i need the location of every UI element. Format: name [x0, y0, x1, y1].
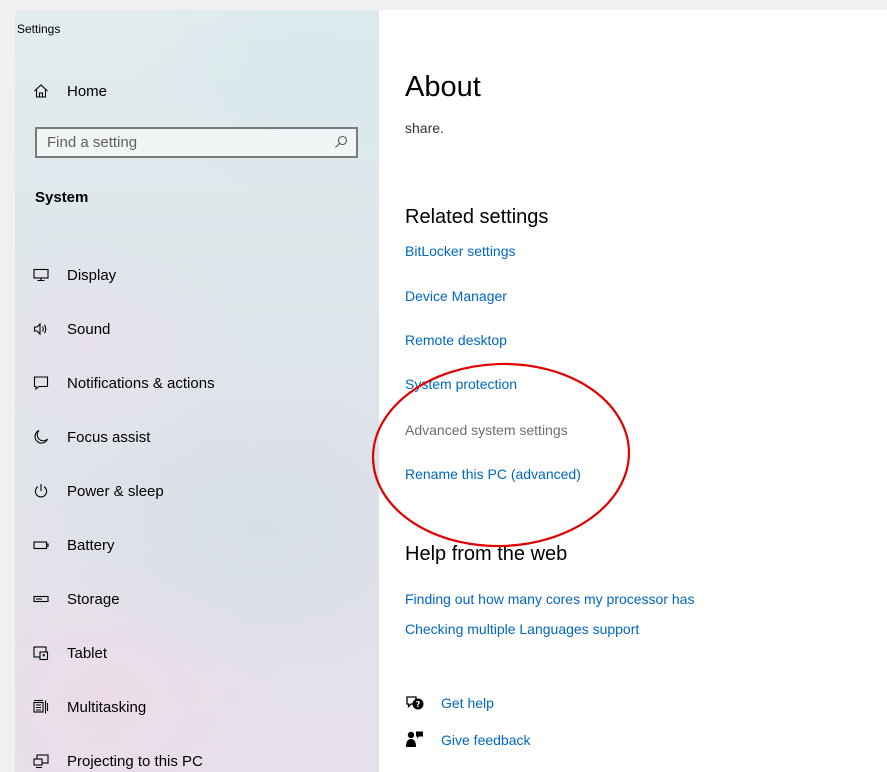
sidebar-item-storage[interactable]: Storage	[15, 572, 379, 626]
sidebar-item-power-sleep[interactable]: Power & sleep	[15, 464, 379, 518]
notifications-icon	[15, 372, 67, 394]
sidebar-item-battery[interactable]: Battery	[15, 518, 379, 572]
svg-text:?: ?	[416, 700, 421, 709]
sidebar-item-label: Notifications & actions	[67, 374, 215, 392]
sidebar-item-home[interactable]: Home	[15, 76, 379, 106]
moon-icon	[15, 426, 67, 448]
sidebar-item-label: Sound	[67, 320, 111, 338]
display-icon	[15, 264, 67, 286]
storage-icon	[15, 588, 67, 610]
sidebar-item-label: Display	[67, 266, 117, 284]
sidebar-item-display[interactable]: Display	[15, 248, 379, 302]
search-input[interactable]	[37, 133, 319, 152]
rename-pc-link[interactable]: Rename this PC (advanced)	[405, 466, 581, 482]
related-settings-heading: Related settings	[405, 206, 549, 228]
sidebar-item-label: Multitasking	[67, 698, 147, 716]
share-text: share.	[405, 120, 444, 136]
get-help-link[interactable]: ? Get help	[405, 694, 494, 712]
main-content: About share. Related settings BitLocker …	[405, 10, 887, 772]
remote-desktop-link[interactable]: Remote desktop	[405, 332, 507, 348]
sidebar-item-label: Tablet	[67, 644, 108, 662]
power-icon	[15, 480, 67, 502]
sidebar-item-notifications[interactable]: Notifications & actions	[15, 356, 379, 410]
search-icon[interactable]	[334, 135, 348, 154]
get-help-label: Get help	[441, 695, 494, 711]
search-box	[35, 127, 358, 158]
sidebar-item-label: Storage	[67, 590, 120, 608]
system-protection-link[interactable]: System protection	[405, 376, 517, 392]
sidebar-item-focus-assist[interactable]: Focus assist	[15, 410, 379, 464]
multitasking-icon	[15, 696, 67, 718]
sidebar-item-multitasking[interactable]: Multitasking	[15, 680, 379, 734]
sidebar: Settings Home Find a setting System Disp…	[15, 10, 379, 772]
sidebar-nav-list: Display Sound Notifications & actions Fo…	[15, 248, 379, 772]
help-from-web-heading: Help from the web	[405, 543, 568, 565]
sidebar-item-projecting[interactable]: Projecting to this PC	[15, 734, 379, 772]
sidebar-item-label: Focus assist	[67, 428, 151, 446]
give-feedback-link[interactable]: Give feedback	[405, 730, 531, 750]
app-title: Settings	[17, 22, 61, 36]
screenshot-background: Settings Home Find a setting System Disp…	[0, 0, 887, 772]
settings-window: Settings Home Find a setting System Disp…	[15, 10, 887, 772]
give-feedback-label: Give feedback	[441, 732, 531, 748]
battery-icon	[15, 534, 67, 556]
sidebar-item-label: Power & sleep	[67, 482, 164, 500]
projecting-icon	[15, 750, 67, 772]
sidebar-section-label: System	[35, 189, 89, 206]
help-link-processor-cores[interactable]: Finding out how many cores my processor …	[405, 591, 694, 607]
help-link-languages[interactable]: Checking multiple Languages support	[405, 621, 639, 637]
sound-icon	[15, 318, 67, 340]
tablet-icon	[15, 642, 67, 664]
page-title: About	[405, 71, 481, 103]
home-icon	[15, 80, 67, 102]
get-help-icon: ?	[405, 694, 441, 712]
sidebar-item-label: Battery	[67, 536, 115, 554]
sidebar-item-label: Projecting to this PC	[67, 752, 203, 770]
bitlocker-settings-link[interactable]: BitLocker settings	[405, 243, 516, 259]
advanced-system-settings-link[interactable]: Advanced system settings	[405, 422, 568, 438]
sidebar-item-label: Home	[67, 82, 108, 100]
sidebar-item-sound[interactable]: Sound	[15, 302, 379, 356]
feedback-icon	[405, 730, 441, 750]
sidebar-item-tablet[interactable]: Tablet	[15, 626, 379, 680]
device-manager-link[interactable]: Device Manager	[405, 288, 507, 304]
